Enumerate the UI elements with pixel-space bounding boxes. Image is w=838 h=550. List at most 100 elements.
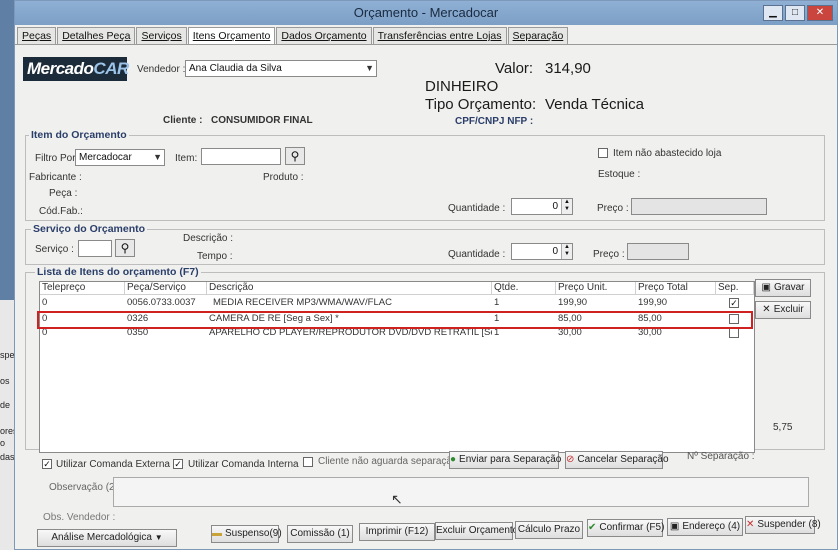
column-header[interactable]: Preço Total (636, 282, 716, 295)
stepper-arrows-icon[interactable]: ▲ ▼ (561, 199, 572, 214)
servico-label: Serviço : (35, 244, 74, 255)
excluir-orcamento-label: Excluir Orçamento (436, 525, 519, 536)
tab-transferencias[interactable]: Transferências entre Lojas (372, 27, 507, 44)
item-input[interactable] (201, 148, 281, 165)
servico-input[interactable] (78, 240, 112, 257)
item-quantidade-stepper[interactable]: 0 ▲ ▼ (511, 198, 573, 215)
column-header[interactable]: Telepreço (40, 282, 125, 295)
gravar-button[interactable]: ▣ Gravar (755, 279, 811, 297)
column-header[interactable]: Descrição (207, 282, 492, 295)
sep-checkbox[interactable]: ✓ (729, 298, 739, 308)
pagamento-value: DINHEIRO (425, 78, 499, 95)
tab-itens-orcamento[interactable]: Itens Orçamento (187, 27, 276, 45)
vendedor-select[interactable]: Ana Claudia da Silva ▼ (185, 60, 377, 77)
comanda-externa-label: Utilizar Comanda Externa (56, 459, 170, 470)
tab-dados-orcamento[interactable]: Dados Orçamento (276, 27, 372, 44)
item-nao-abastecido-label: Item não abastecido loja (613, 148, 722, 159)
confirmar-label: Confirmar (F5) (599, 522, 665, 533)
endereco-label: Endereço (4) (682, 521, 741, 532)
comanda-externa-checkbox[interactable]: ✓ (42, 459, 52, 469)
item-label: Item: (175, 153, 198, 164)
tab-detalhes-peca[interactable]: Detalhes Peça (57, 27, 136, 44)
telepreco-cell: 0 (42, 297, 48, 308)
obs-vendedor-label: Obs. Vendedor : (43, 512, 116, 523)
excluir-label: Excluir (773, 304, 804, 315)
suspenso-label: Suspenso(9) (225, 528, 282, 539)
gravar-label: Gravar (773, 282, 805, 293)
logo-text: Mercado (27, 59, 94, 78)
tempo-label: Tempo : (197, 251, 233, 262)
suspender-label: Suspender (8) (757, 519, 821, 530)
maximize-icon[interactable]: □ (785, 5, 805, 21)
qtde-cell: 1 (494, 297, 500, 308)
confirmar-button[interactable]: ✔ Confirmar (F5) (587, 519, 665, 537)
endereco-button[interactable]: ▣ Endereço (4) (667, 518, 743, 536)
analise-mercadologica-select[interactable]: Análise Mercadológica ▼ (37, 529, 177, 547)
comanda-interna-checkbox[interactable]: ✓ (173, 459, 183, 469)
filtro-select[interactable]: Mercadocar ▼ (75, 149, 165, 166)
enviar-separacao-button[interactable]: ● Enviar para Separação (449, 451, 562, 469)
descricao-cell: MEDIA RECEIVER MP3/WMA/WAV/FLAC (213, 297, 392, 308)
filtro-value: Mercadocar (79, 152, 132, 163)
close-icon[interactable]: ✕ (807, 5, 833, 21)
excluir-button[interactable]: ✕ Excluir (755, 301, 811, 319)
item-preco-field (631, 198, 767, 215)
servico-quantidade-stepper[interactable]: 0 ▲ ▼ (511, 243, 573, 260)
search-icon[interactable]: ⚲ (115, 239, 135, 257)
cod-fab-label: Cód.Fab.: (39, 206, 83, 217)
imprimir-button[interactable]: Imprimir (F12) (359, 523, 435, 541)
produto-label: Produto : (263, 172, 304, 183)
vendedor-label: Vendedor : (137, 64, 186, 75)
servico-quantidade-value: 0 (552, 246, 558, 257)
search-icon[interactable]: ⚲ (285, 147, 305, 165)
excluir-orcamento-button[interactable]: Excluir Orçamento (435, 522, 518, 540)
cancel-icon: ⊘ (566, 454, 575, 465)
column-header[interactable]: Peça/Serviço (125, 282, 207, 295)
side-value: 5,75 (773, 422, 793, 433)
imprimir-label: Imprimir (F12) (365, 526, 429, 537)
column-header[interactable]: Preço Unit. (556, 282, 636, 295)
servico-quantidade-label: Quantidade : (448, 249, 506, 260)
suspender-button[interactable]: ✕ Suspender (8) (745, 516, 821, 534)
valor-value: 314,90 (545, 60, 591, 77)
tab-pecas[interactable]: Peças (17, 27, 57, 44)
calculo-prazo-button[interactable]: Cálculo Prazo (515, 521, 583, 539)
tab-servicos[interactable]: Serviços (136, 27, 187, 44)
background-text: das (0, 452, 15, 462)
background-text: spe (0, 350, 15, 360)
item-orcamento-title: Item do Orçamento (29, 129, 129, 141)
comissao-label: Comissão (1) (290, 528, 350, 539)
sep-checkbox[interactable] (729, 328, 739, 338)
column-header[interactable]: Qtde. (492, 282, 556, 295)
enviar-separacao-label: Enviar para Separação (459, 454, 562, 465)
chevron-down-icon: ▼ (154, 533, 163, 542)
orcamento-window: Orçamento - Mercadocar ▁ □ ✕ Peças Detal… (14, 0, 838, 550)
cliente-nao-aguarda-label: Cliente não aguarda separação (318, 456, 458, 467)
column-header[interactable]: Sep. (716, 282, 754, 295)
tab-bar: Peças Detalhes Peça Serviços Itens Orçam… (17, 27, 569, 45)
item-nao-abastecido-checkbox[interactable] (598, 148, 608, 158)
cancelar-separacao-button[interactable]: ⊘ Cancelar Separação (565, 451, 669, 469)
estoque-label: Estoque : (598, 169, 641, 180)
tab-separacao[interactable]: Separação (507, 27, 569, 44)
vendedor-value: Ana Claudia da Silva (189, 63, 282, 74)
tipo-orcamento-label: Tipo Orçamento: (425, 96, 537, 113)
servico-preco-label: Preço : (593, 249, 625, 260)
analise-label: Análise Mercadológica (51, 532, 152, 543)
preco-unit-cell: 199,90 (558, 297, 588, 308)
check-icon: ✔ (588, 522, 597, 533)
tipo-orcamento-value: Venda Técnica (545, 96, 644, 113)
close-icon: ✕ (762, 304, 771, 315)
folder-icon: ▬ (212, 528, 222, 539)
close-icon: ✕ (746, 519, 755, 530)
quantidade-label: Quantidade : (448, 203, 506, 214)
observacao-textarea[interactable] (113, 477, 809, 507)
cliente-nao-aguarda-checkbox[interactable] (303, 457, 313, 467)
stepper-arrows-icon[interactable]: ▲ ▼ (561, 244, 572, 259)
minimize-icon[interactable]: ▁ (763, 5, 783, 21)
comissao-button[interactable]: Comissão (1) (287, 525, 353, 543)
suspenso-button[interactable]: ▬ Suspenso(9) (211, 525, 282, 543)
servico-preco-field (627, 243, 689, 260)
background-text: os (0, 376, 10, 386)
title-bar[interactable]: Orçamento - Mercadocar ▁ □ ✕ (15, 1, 837, 25)
